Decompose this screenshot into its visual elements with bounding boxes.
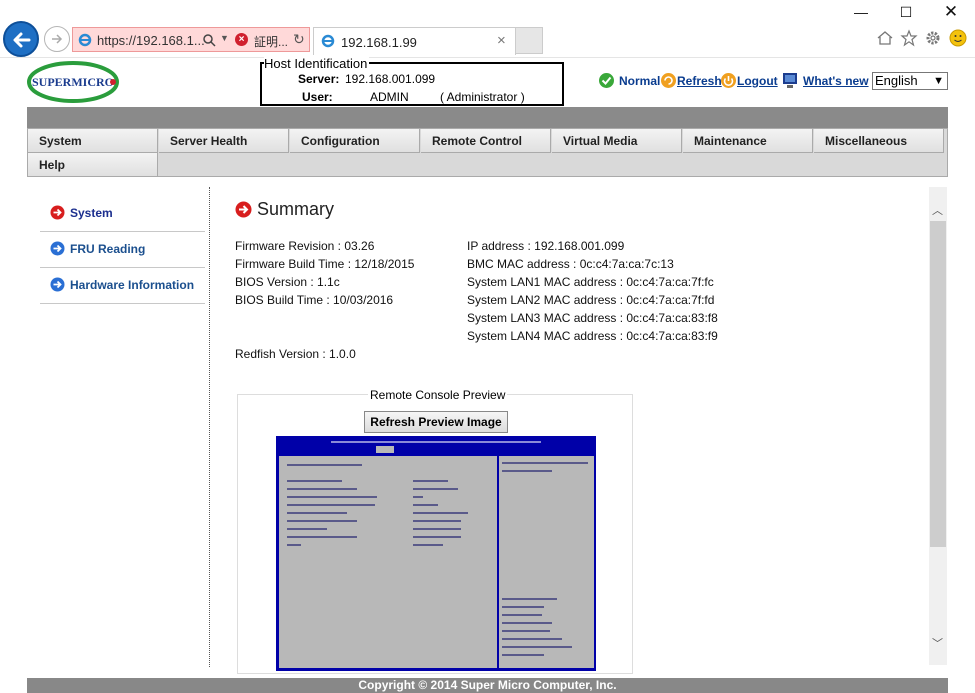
nav-item-system[interactable]: System — [40, 196, 205, 232]
certificate-label[interactable]: 証明... — [254, 33, 288, 50]
menu-virtual-media[interactable]: Virtual Media — [552, 129, 682, 153]
refresh-link[interactable]: Refresh — [677, 74, 722, 88]
menu-server-health[interactable]: Server Health — [159, 129, 289, 153]
firmware-build-time: Firmware Build Time : 12/18/2015 — [235, 257, 415, 271]
logout-icon[interactable] — [720, 72, 737, 89]
lan4-mac-address: System LAN4 MAC address : 0c:c4:7a:ca:83… — [467, 329, 718, 343]
summary-title-text: Summary — [257, 199, 335, 219]
chevron-down-icon: ▼ — [933, 75, 944, 87]
blue-arrow-icon — [50, 277, 65, 292]
nav-item-hardware-information[interactable]: Hardware Information — [40, 268, 205, 304]
menu-maintenance[interactable]: Maintenance — [683, 129, 813, 153]
menu-help[interactable]: Help — [28, 153, 158, 177]
menu-miscellaneous[interactable]: Miscellaneous — [814, 129, 944, 153]
remote-console-preview: Remote Console Preview Refresh Preview I… — [237, 388, 633, 674]
favorites-star-icon[interactable] — [900, 29, 918, 47]
home-icon[interactable] — [876, 29, 894, 47]
preview-legend: Remote Console Preview — [368, 388, 508, 402]
footer-copyright: Copyright © 2014 Super Micro Computer, I… — [27, 678, 948, 693]
monitor-icon — [783, 73, 797, 88]
lan1-mac-address: System LAN1 MAC address : 0c:c4:7a:ca:7f… — [467, 275, 714, 289]
ie-icon — [78, 33, 92, 47]
whats-new-link[interactable]: What's new — [803, 74, 869, 88]
console-main-panel — [279, 456, 497, 668]
menu-remote-control[interactable]: Remote Control — [421, 129, 551, 153]
red-arrow-icon — [235, 201, 252, 218]
refresh-preview-button[interactable]: Refresh Preview Image — [364, 411, 508, 433]
smiley-feedback-icon[interactable] — [949, 29, 967, 47]
svg-text:SUPERMICRO: SUPERMICRO — [32, 75, 114, 89]
nav-item-label: FRU Reading — [70, 242, 146, 256]
language-selected: English — [875, 73, 918, 88]
user-label: User: — [302, 90, 333, 104]
divider — [209, 187, 210, 667]
scroll-up-icon[interactable]: ︿ — [932, 202, 943, 218]
refresh-icon[interactable] — [660, 72, 677, 89]
bios-version: BIOS Version : 1.1c — [235, 275, 340, 289]
console-screenshot[interactable] — [276, 436, 596, 671]
back-arrow-icon — [13, 32, 31, 48]
bios-build-time: BIOS Build Time : 10/03/2016 — [235, 293, 394, 307]
tab-title: 192.168.1.99 — [341, 35, 417, 50]
reload-icon[interactable]: ↻ — [293, 31, 305, 48]
red-arrow-icon — [50, 205, 65, 220]
scroll-down-icon[interactable]: ﹀ — [932, 635, 943, 651]
host-identification-legend: Host Identification — [264, 56, 370, 71]
dropdown-caret-icon[interactable]: ▼ — [220, 33, 229, 43]
vertical-scrollbar[interactable]: ︿ ﹀ — [929, 187, 947, 665]
ip-address: IP address : 192.168.001.099 — [467, 239, 625, 253]
new-tab-button[interactable] — [515, 27, 543, 54]
left-navigation: System FRU Reading Hardware Information — [40, 196, 205, 304]
certificate-error-icon[interactable]: × — [235, 33, 248, 46]
menu-top-bar — [27, 107, 948, 128]
nav-item-label: Hardware Information — [70, 278, 195, 292]
firmware-revision: Firmware Revision : 03.26 — [235, 239, 375, 253]
language-select[interactable]: English ▼ — [872, 72, 948, 90]
url-text: https://192.168.1... — [97, 33, 205, 48]
menu-system[interactable]: System — [28, 129, 158, 153]
server-label: Server: — [298, 72, 340, 86]
lan3-mac-address: System LAN3 MAC address : 0c:c4:7a:ca:83… — [467, 311, 718, 325]
search-icon[interactable] — [202, 33, 216, 47]
maximize-icon[interactable]: ☐ — [895, 4, 917, 21]
nav-item-fru-reading[interactable]: FRU Reading — [40, 232, 205, 268]
console-help-panel — [499, 456, 594, 668]
scroll-thumb[interactable] — [930, 221, 946, 547]
bmc-mac-address: BMC MAC address : 0c:c4:7a:ca:7c:13 — [467, 257, 674, 271]
ie-icon — [321, 34, 335, 48]
minimize-icon[interactable]: — — [850, 4, 872, 20]
main-menu: System Server Health Configuration Remot… — [27, 128, 948, 177]
check-icon — [599, 73, 614, 88]
menu-configuration[interactable]: Configuration — [290, 129, 420, 153]
blue-arrow-icon — [50, 241, 65, 256]
gear-icon[interactable] — [924, 29, 942, 47]
console-header — [276, 436, 596, 454]
forward-arrow-icon — [52, 34, 63, 44]
tab-close-icon[interactable]: × — [497, 32, 506, 49]
close-window-icon[interactable]: ✕ — [940, 2, 962, 22]
server-value: 192.168.001.099 — [345, 72, 436, 86]
user-role: ( Administrator ) — [440, 90, 525, 104]
logout-link[interactable]: Logout — [737, 74, 778, 88]
redfish-version: Redfish Version : 1.0.0 — [235, 347, 356, 361]
browser-tab[interactable]: 192.168.1.99 × — [313, 27, 516, 55]
lan2-mac-address: System LAN2 MAC address : 0c:c4:7a:ca:7f… — [467, 293, 715, 307]
back-button[interactable] — [3, 21, 39, 57]
forward-button[interactable] — [44, 26, 70, 52]
host-identification-box: Host Identification Server: 192.168.001.… — [260, 56, 564, 106]
address-bar[interactable]: https://192.168.1... ▼ × 証明... ↻ — [72, 27, 310, 52]
nav-item-label: System — [70, 206, 113, 220]
normal-status: Normal — [619, 74, 661, 88]
user-value: ADMIN — [370, 90, 409, 104]
supermicro-logo: SUPERMICRO — [27, 61, 119, 103]
browser-chrome: https://192.168.1... ▼ × 証明... ↻ 192.168… — [0, 0, 975, 58]
